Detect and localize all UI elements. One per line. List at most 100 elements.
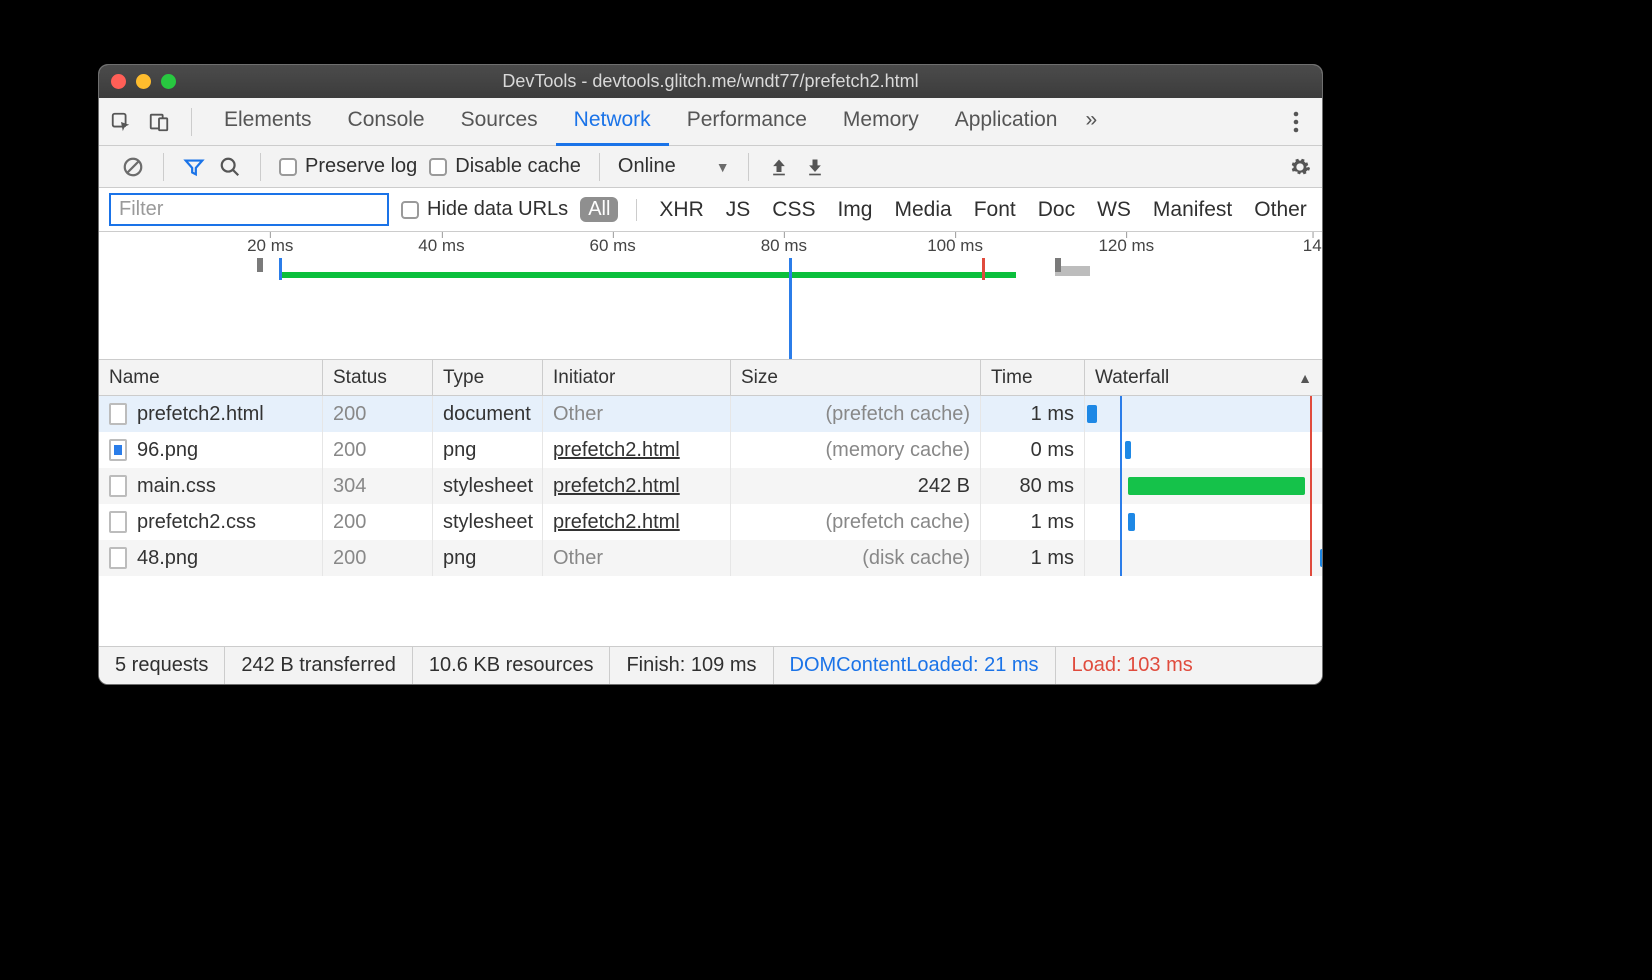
- tick: 20 ms: [247, 236, 293, 256]
- request-initiator[interactable]: prefetch2.html: [543, 504, 731, 540]
- request-name: main.css: [137, 475, 216, 498]
- clear-icon[interactable]: [121, 155, 145, 179]
- request-name: 96.png: [137, 439, 198, 462]
- request-time: 1 ms: [981, 396, 1085, 432]
- sb-finish: Finish: 109 ms: [610, 647, 773, 684]
- filter-type-css[interactable]: CSS: [768, 198, 819, 222]
- request-initiator[interactable]: prefetch2.html: [543, 468, 731, 504]
- download-har-icon[interactable]: [803, 155, 827, 179]
- filter-bar: Hide data URLs All XHR JS CSS Img Media Font D…: [99, 188, 1322, 232]
- request-status: 304: [323, 468, 433, 504]
- filter-icon[interactable]: [182, 155, 206, 179]
- tab-network[interactable]: Network: [556, 98, 669, 146]
- request-waterfall: [1085, 396, 1322, 432]
- table-row[interactable]: 48.png200pngOther(disk cache)1 ms: [99, 540, 1322, 576]
- filter-type-img[interactable]: Img: [833, 198, 876, 222]
- inspect-element-icon[interactable]: [109, 110, 133, 134]
- request-size: 242 B: [731, 468, 981, 504]
- preserve-log-checkbox[interactable]: Preserve log: [279, 155, 417, 178]
- col-type[interactable]: Type: [433, 360, 543, 395]
- traffic-lights: [111, 74, 176, 89]
- devtools-window: DevTools - devtools.glitch.me/wndt77/pre…: [98, 64, 1323, 685]
- file-icon: [109, 547, 127, 569]
- filter-type-other[interactable]: Other: [1250, 198, 1311, 222]
- chevron-down-icon: ▼: [716, 159, 730, 175]
- close-window-button[interactable]: [111, 74, 126, 89]
- filter-type-font[interactable]: Font: [970, 198, 1020, 222]
- filter-type-manifest[interactable]: Manifest: [1149, 198, 1236, 222]
- request-waterfall: [1085, 540, 1322, 576]
- col-time[interactable]: Time: [981, 360, 1085, 395]
- col-size[interactable]: Size: [731, 360, 981, 395]
- filter-type-js[interactable]: JS: [722, 198, 755, 222]
- status-bar: 5 requests 242 B transferred 10.6 KB res…: [99, 646, 1322, 684]
- requests-table-body: prefetch2.html200documentOther(prefetch …: [99, 396, 1322, 576]
- request-size: (memory cache): [731, 432, 981, 468]
- table-row[interactable]: main.css 304stylesheetprefetch2.html242 B…: [99, 468, 1322, 504]
- request-initiator[interactable]: prefetch2.html: [543, 432, 731, 468]
- separator: [636, 199, 637, 221]
- request-type: document: [433, 396, 543, 432]
- file-icon: [109, 439, 127, 461]
- device-toolbar-icon[interactable]: [147, 110, 171, 134]
- table-row[interactable]: prefetch2.css200stylesheetprefetch2.html…: [99, 504, 1322, 540]
- table-row[interactable]: prefetch2.html200documentOther(prefetch …: [99, 396, 1322, 432]
- upload-har-icon[interactable]: [767, 155, 791, 179]
- separator: [748, 153, 749, 181]
- request-waterfall: [1085, 504, 1322, 540]
- request-status: 200: [323, 504, 433, 540]
- table-row[interactable]: 96.png200pngprefetch2.html(memory cache)…: [99, 432, 1322, 468]
- request-size: (disk cache): [731, 540, 981, 576]
- sort-asc-icon: ▲: [1298, 370, 1312, 386]
- sb-requests: 5 requests: [99, 647, 225, 684]
- file-icon: [109, 403, 127, 425]
- tab-application[interactable]: Application: [937, 98, 1076, 146]
- throttling-value: Online: [618, 155, 676, 178]
- tab-memory[interactable]: Memory: [825, 98, 937, 146]
- tick: 14: [1303, 236, 1322, 256]
- disable-cache-label: Disable cache: [455, 155, 581, 178]
- request-time: 1 ms: [981, 540, 1085, 576]
- col-waterfall[interactable]: Waterfall▲: [1085, 360, 1322, 395]
- tick: 100 ms: [927, 236, 983, 256]
- overview-handle-right[interactable]: [1055, 258, 1061, 272]
- request-waterfall: [1085, 468, 1322, 504]
- separator: [599, 153, 600, 181]
- hide-data-urls-checkbox[interactable]: Hide data URLs: [401, 198, 568, 221]
- tab-performance[interactable]: Performance: [669, 98, 825, 146]
- more-tabs-button[interactable]: »: [1075, 98, 1107, 146]
- separator: [163, 153, 164, 181]
- request-size: (prefetch cache): [731, 504, 981, 540]
- request-time: 80 ms: [981, 468, 1085, 504]
- file-icon: [109, 475, 127, 497]
- overview-handle-left[interactable]: [257, 258, 263, 272]
- tab-sources[interactable]: Sources: [443, 98, 556, 146]
- request-type: stylesheet: [433, 468, 543, 504]
- filter-type-ws[interactable]: WS: [1093, 198, 1135, 222]
- col-name[interactable]: Name: [99, 360, 323, 395]
- request-status: 200: [323, 540, 433, 576]
- filter-type-all[interactable]: All: [580, 197, 618, 222]
- zoom-window-button[interactable]: [161, 74, 176, 89]
- filter-type-media[interactable]: Media: [890, 198, 955, 222]
- search-icon[interactable]: [218, 155, 242, 179]
- settings-gear-icon[interactable]: [1288, 155, 1312, 179]
- col-status[interactable]: Status: [323, 360, 433, 395]
- filter-type-doc[interactable]: Doc: [1034, 198, 1079, 222]
- filter-type-xhr[interactable]: XHR: [655, 198, 707, 222]
- request-waterfall: [1085, 432, 1322, 468]
- kebab-menu-icon[interactable]: [1284, 110, 1308, 134]
- disable-cache-checkbox[interactable]: Disable cache: [429, 155, 581, 178]
- throttling-select[interactable]: Online ▼: [618, 155, 730, 178]
- tab-console[interactable]: Console: [330, 98, 443, 146]
- hide-data-urls-label: Hide data URLs: [427, 198, 568, 221]
- filter-input[interactable]: [109, 193, 389, 226]
- tab-elements[interactable]: Elements: [206, 98, 330, 146]
- sb-transferred: 242 B transferred: [225, 647, 413, 684]
- timeline-overview[interactable]: 20 ms40 ms60 ms80 ms100 ms120 ms14: [99, 232, 1322, 360]
- separator: [191, 108, 192, 136]
- col-initiator[interactable]: Initiator: [543, 360, 731, 395]
- minimize-window-button[interactable]: [136, 74, 151, 89]
- tick: 40 ms: [418, 236, 464, 256]
- window-title: DevTools - devtools.glitch.me/wndt77/pre…: [99, 71, 1322, 92]
